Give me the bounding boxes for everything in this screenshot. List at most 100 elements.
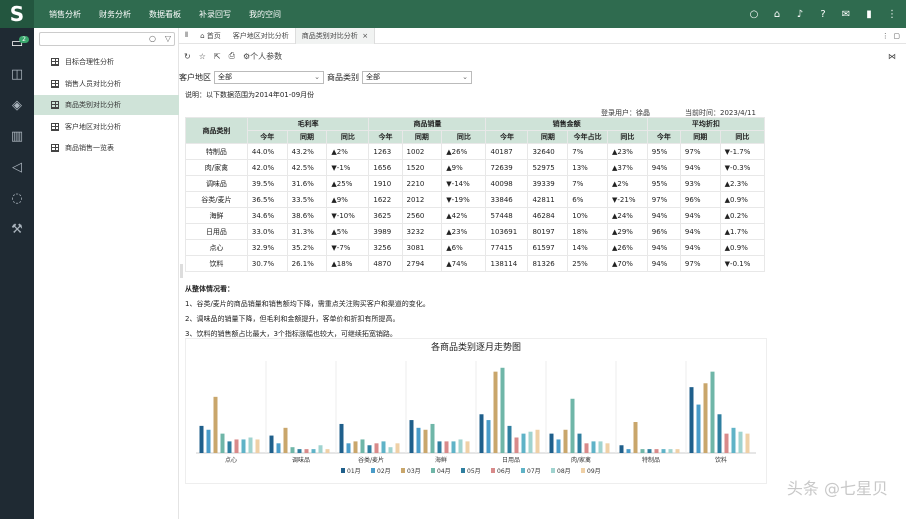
more-icon[interactable]: ⋮ ▢ — [882, 32, 906, 40]
export-icon[interactable]: ⇱ — [214, 52, 221, 61]
region-select[interactable]: 全部 ⌄ — [214, 70, 324, 84]
value-cell: 25% — [567, 255, 608, 272]
value-cell: 7% — [567, 175, 608, 192]
print-icon[interactable]: ⎙ — [229, 51, 235, 61]
region-filter-label: 客户地区 — [179, 72, 211, 82]
table-row: 谷类/麦片 36.5% 33.5% ▲9% 1622 2012 ▼-19% 33846 4281… — [185, 191, 766, 208]
table-row: 调味品 39.5% 31.6% ▲25% 1910 2210 ▼-14% 40098 39339… — [185, 175, 766, 192]
bar — [248, 437, 253, 453]
summary-line: 3、饮料的销售额占比最大，3个指标涨幅也较大，可继续拓宽销路。 — [185, 330, 397, 338]
help-icon[interactable]: ? — [817, 8, 829, 20]
legend-label: 06月 — [497, 468, 511, 475]
share-icon[interactable]: ⋈ — [888, 52, 906, 61]
sidebar-item-salesperson-analysis[interactable]: 销售人员对比分析 — [34, 74, 179, 94]
nav-my-space[interactable]: 我的空间 — [240, 9, 290, 20]
category-select-value: 全部 — [366, 73, 380, 81]
sub-header: 同期 — [679, 130, 721, 144]
signal-icon[interactable]: ▮ — [863, 8, 875, 20]
sidebar-item-category-analysis[interactable]: 商品类别对比分析 — [34, 95, 179, 115]
tab-home[interactable]: ⌂ 首页 — [194, 28, 227, 44]
headset-icon[interactable]: ◌ — [0, 183, 34, 214]
x-tick-label: 肉/家禽 — [571, 456, 591, 464]
value-cell: ▼-0.3% — [719, 159, 766, 176]
table-row: 日用品 33.0% 31.3% ▲5% 3989 3232 ▲23% 103691 80197 1… — [185, 223, 766, 240]
bar — [605, 443, 610, 453]
value-cell: ▲5% — [326, 223, 370, 240]
search-icon[interactable]: ○ — [149, 34, 156, 43]
bar — [465, 441, 470, 453]
sidebar-item-label: 客户地区对比分析 — [65, 123, 121, 131]
group-header-margin: 毛利率 — [246, 117, 370, 131]
value-cell: 46284 — [527, 207, 569, 224]
message-icon[interactable]: ✉ — [840, 8, 852, 20]
value-cell: 61597 — [527, 239, 569, 256]
sub-header: 今年 — [485, 130, 529, 144]
send-icon[interactable]: ◁ — [0, 152, 34, 183]
nav-sales[interactable]: 销售分析 — [40, 9, 90, 20]
sidebar-item-target-analysis[interactable]: 目标合理性分析 — [34, 52, 179, 72]
bar — [255, 439, 260, 453]
sub-header: 同比 — [607, 130, 648, 144]
summary-line: 2、调味品的销量下降，但毛利和金额提升，客单价和折扣有所提高。 — [185, 315, 400, 323]
tab-label: 首页 — [206, 31, 221, 40]
chart-title: 各商品类别逐月走势图 — [431, 341, 521, 353]
bar — [423, 429, 428, 453]
tab-category[interactable]: 商品类别对比分析 × — [294, 27, 376, 44]
chevron-down-icon: ⌄ — [462, 72, 468, 81]
table-row: 特制品 44.0% 43.2% ▲2% 1263 1002 ▲26% 40187 32640 7%… — [185, 143, 766, 160]
tab-region[interactable]: 客户地区对比分析 — [227, 28, 295, 44]
value-cell: ▲9% — [326, 191, 370, 208]
home-icon[interactable]: ⌂ — [771, 8, 783, 20]
bar — [297, 449, 302, 453]
x-tick-label: 海鲜 — [435, 456, 447, 464]
value-cell: 33846 — [485, 191, 529, 208]
personal-params-button[interactable]: ⚙个人参数 — [243, 51, 282, 62]
table-row: 饮料 30.7% 26.1% ▲18% 4870 2794 ▲74% 138114 81326 2… — [185, 255, 766, 272]
value-cell: 57448 — [485, 207, 529, 224]
nav-finance[interactable]: 财务分析 — [90, 9, 140, 20]
legend-label: 02月 — [377, 468, 391, 475]
nav-writeback[interactable]: 补录回写 — [190, 9, 240, 20]
value-cell: ▲2% — [326, 143, 370, 160]
database-icon[interactable]: ◫ — [0, 59, 34, 90]
value-cell: 72639 — [485, 159, 529, 176]
value-cell: 35.2% — [286, 239, 328, 256]
bar — [227, 441, 232, 453]
monitor-icon[interactable]: ▭ 2 — [0, 28, 34, 59]
sidebar-item-region-analysis[interactable]: 客户地区对比分析 — [34, 117, 179, 137]
filter-icon[interactable]: ▽ — [165, 34, 171, 43]
star-icon[interactable]: ☆ — [199, 52, 206, 61]
report-note: 说明：以下数据范围为2014年01-09月份 — [185, 91, 315, 99]
value-cell: 18% — [567, 223, 608, 240]
collapse-icon[interactable]: ⦀ — [179, 28, 194, 44]
value-cell: 43.2% — [286, 143, 328, 160]
refresh-icon[interactable]: ↻ — [184, 52, 191, 61]
category-cell: 饮料 — [185, 255, 248, 272]
sidebar-item-label: 商品销售一览表 — [65, 144, 114, 152]
personal-params-label: 个人参数 — [250, 51, 283, 61]
cube-icon[interactable]: ◈ — [0, 90, 34, 121]
table-row: 点心 32.9% 35.2% ▼-7% 3256 3081 ▲6% 77415 61597 14%… — [185, 239, 766, 256]
value-cell: ▼-10% — [326, 207, 370, 224]
value-cell: 2210 — [401, 175, 443, 192]
nav-dashboard[interactable]: 数据看板 — [140, 9, 190, 20]
value-cell: 1910 — [368, 175, 403, 192]
value-cell: ▼-14% — [441, 175, 487, 192]
bar — [339, 423, 344, 453]
sidebar-search-input[interactable]: ○ ▽ — [39, 32, 175, 46]
bar — [549, 433, 554, 453]
bell-icon[interactable]: ♪ — [794, 8, 806, 20]
scrollbar[interactable] — [180, 264, 183, 278]
value-cell: ▲6% — [441, 239, 487, 256]
sidebar-item-product-overview[interactable]: 商品销售一览表 — [34, 138, 179, 158]
bar-chart-icon[interactable]: ▥ — [0, 121, 34, 152]
more-icon[interactable]: ⋮ — [886, 8, 898, 20]
search-icon[interactable]: ○ — [748, 8, 760, 20]
bar — [325, 449, 330, 453]
category-select[interactable]: 全部 ⌄ — [362, 70, 472, 84]
tools-icon[interactable]: ⚒ — [0, 214, 34, 245]
value-cell: 96% — [679, 191, 721, 208]
legend-label: 07月 — [527, 468, 541, 475]
close-icon[interactable]: × — [362, 32, 368, 40]
legend-swatch — [551, 468, 555, 473]
